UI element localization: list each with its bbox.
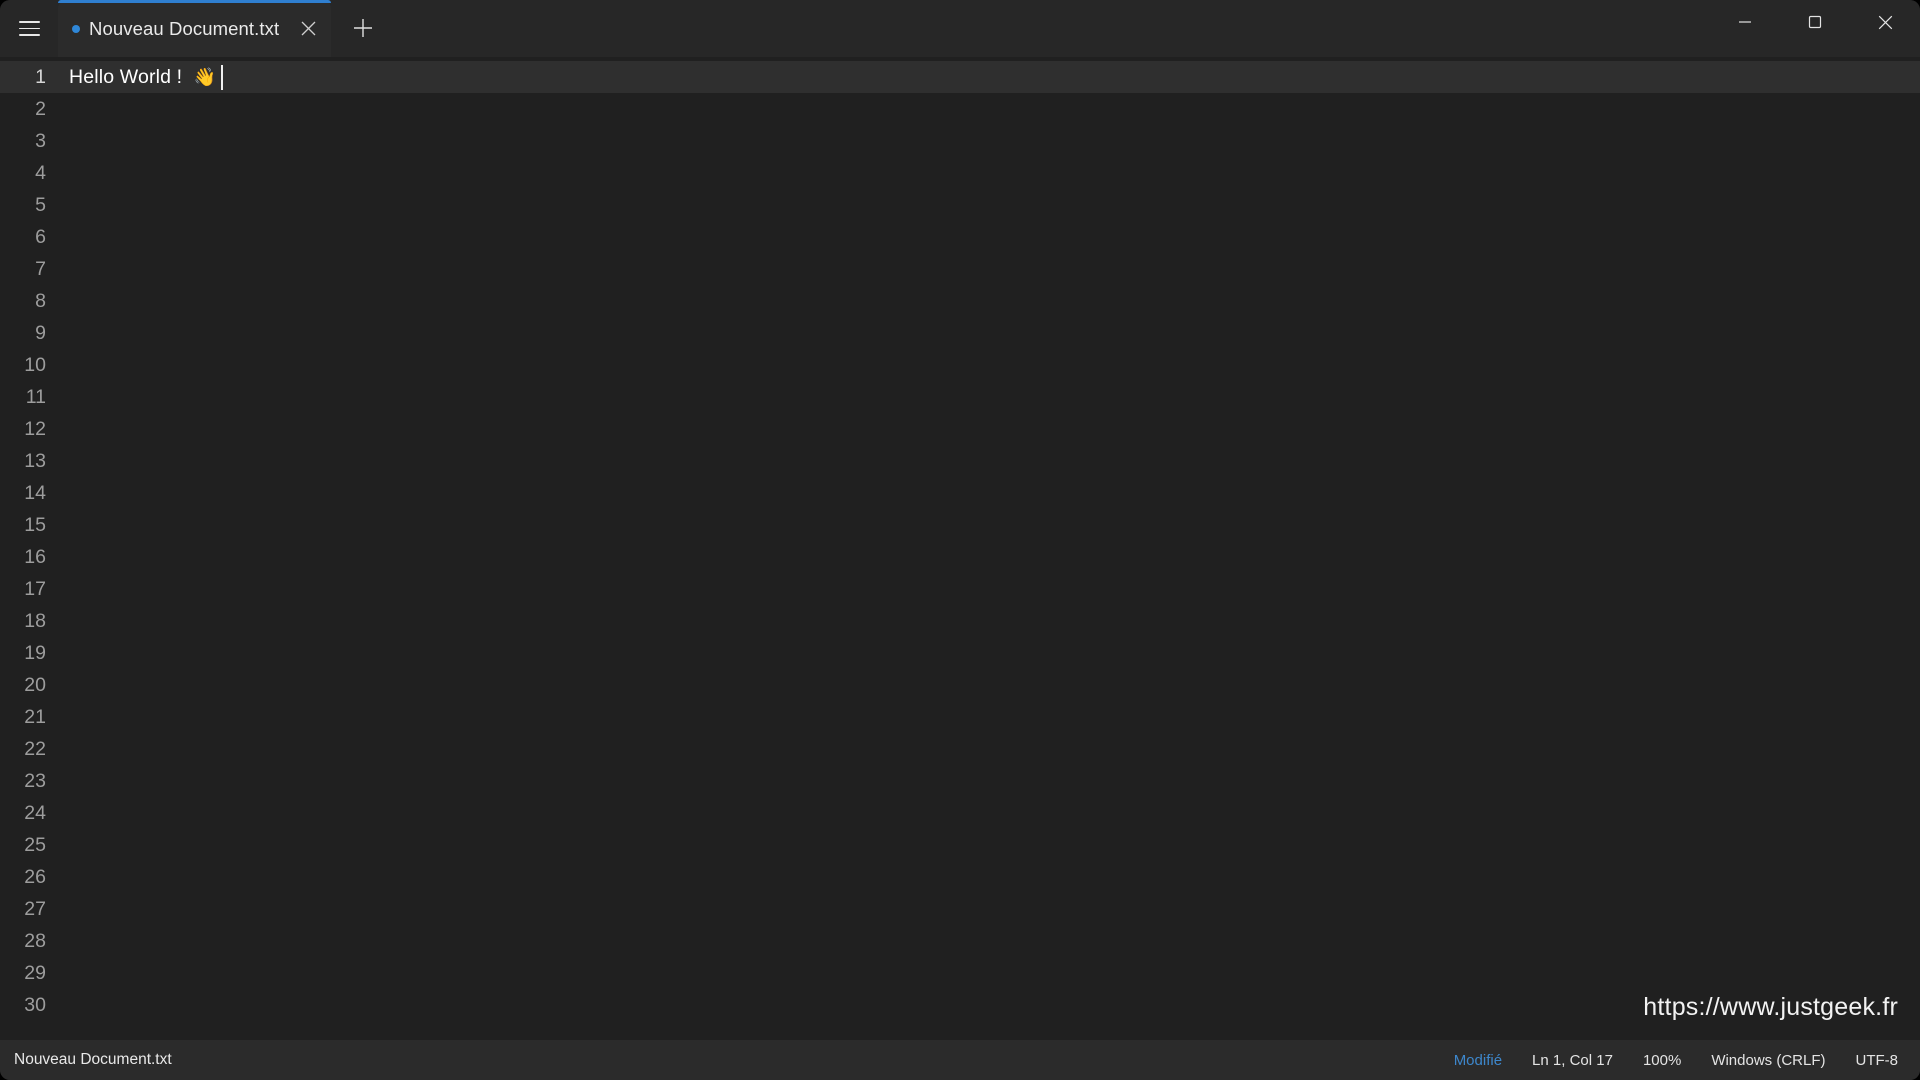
site-watermark: https://www.justgeek.fr [1643,993,1898,1021]
line-number: 20 [24,674,46,696]
text-line[interactable] [56,381,1920,413]
text-line[interactable] [56,285,1920,317]
text-line[interactable] [56,989,1920,1021]
close-window-button[interactable] [1850,0,1920,44]
text-line[interactable] [56,253,1920,285]
close-icon [301,21,316,36]
line-number-gutter: 1 2 3 4 5 6 7 8 9 10 11 12 13 14 15 16 17 18 19 20 21 22 23 24 2… [0,57,56,1040]
tab-title: Nouveau Document.txt [89,17,280,39]
text-line[interactable] [56,765,1920,797]
line-number: 5 [35,194,46,216]
line-number: 1 [0,61,56,93]
text-line[interactable] [56,445,1920,477]
text-line[interactable] [56,573,1920,605]
text-line[interactable] [56,861,1920,893]
line-number: 29 [24,962,46,984]
text-content-area[interactable]: Hello World ! 👋 [56,57,1920,1040]
line-number: 27 [24,898,46,920]
status-cursor-position[interactable]: Ln 1, Col 17 [1532,1052,1613,1069]
line-number: 15 [24,514,46,536]
line-number: 7 [35,258,46,280]
line-number: 22 [24,738,46,760]
close-icon [1878,15,1892,29]
text-line[interactable] [56,701,1920,733]
line-number: 18 [24,610,46,632]
window-controls [1710,0,1920,57]
line-number: 23 [24,770,46,792]
text-line[interactable] [56,605,1920,637]
line-number: 13 [24,450,46,472]
text-caret [221,64,224,90]
editor-area[interactable]: 1 2 3 4 5 6 7 8 9 10 11 12 13 14 15 16 17 18 19 20 21 22 23 24 2… [0,57,1920,1040]
new-tab-button[interactable] [339,4,387,52]
unsaved-changes-dot-icon [72,24,80,33]
text-line[interactable] [56,829,1920,861]
line-number: 14 [24,482,46,504]
text-line[interactable] [56,221,1920,253]
line-number: 12 [24,418,46,440]
line-number: 2 [35,98,46,120]
line-number: 21 [24,706,46,728]
maximize-button[interactable] [1780,0,1850,44]
text-line[interactable] [56,957,1920,989]
minimize-button[interactable] [1710,0,1780,44]
line-number: 28 [24,930,46,952]
text-line[interactable] [56,797,1920,829]
line-number: 24 [24,802,46,824]
status-zoom-level[interactable]: 100% [1643,1052,1681,1069]
text-line[interactable] [56,893,1920,925]
status-right-group: Modifié Ln 1, Col 17 100% Windows (CRLF)… [1454,1052,1898,1069]
line-number: 16 [24,546,46,568]
status-line-ending[interactable]: Windows (CRLF) [1711,1052,1825,1069]
text-line[interactable] [56,317,1920,349]
line-number: 11 [25,386,46,408]
line-number: 25 [24,834,46,856]
hamburger-menu-button[interactable] [0,0,58,57]
notepad-window: Nouveau Document.txt 1 2 3 4 5 6 7 8 9 1… [0,0,1920,1080]
text-line[interactable] [56,413,1920,445]
text-line[interactable] [56,157,1920,189]
maximize-icon [1808,15,1822,29]
text-line[interactable] [56,733,1920,765]
text-line[interactable]: Hello World ! 👋 [56,61,1920,93]
text-line[interactable] [56,349,1920,381]
hamburger-icon [18,21,40,36]
text-line[interactable] [56,541,1920,573]
waving-hand-emoji-icon: 👋 [193,67,217,87]
line-number: 4 [35,162,46,184]
tab-strip: Nouveau Document.txt [58,0,1920,57]
line-number: 9 [35,322,46,344]
title-bar: Nouveau Document.txt [0,0,1920,57]
text-line[interactable] [56,925,1920,957]
text-line[interactable] [56,189,1920,221]
line-number: 26 [24,866,46,888]
text-line[interactable] [56,637,1920,669]
text-line[interactable] [56,477,1920,509]
status-encoding[interactable]: UTF-8 [1856,1052,1899,1069]
text-line[interactable] [56,125,1920,157]
line-number: 17 [24,578,46,600]
text-line[interactable] [56,669,1920,701]
status-bar: Nouveau Document.txt Modifié Ln 1, Col 1… [0,1040,1920,1080]
line-number: 30 [24,994,46,1016]
plus-icon [354,19,373,37]
line-number: 3 [35,130,46,152]
line-number: 19 [24,642,46,664]
tab-close-button[interactable] [291,12,325,46]
line-number: 8 [35,290,46,312]
minimize-icon [1739,21,1751,23]
text-line[interactable] [56,509,1920,541]
status-filename: Nouveau Document.txt [14,1051,172,1068]
line-text: Hello World ! [69,66,188,88]
line-number: 10 [24,354,46,376]
status-modified-badge: Modifié [1453,1051,1503,1069]
text-line[interactable] [56,93,1920,125]
line-number: 6 [35,226,46,248]
tab-nouveau-document[interactable]: Nouveau Document.txt [58,0,332,57]
